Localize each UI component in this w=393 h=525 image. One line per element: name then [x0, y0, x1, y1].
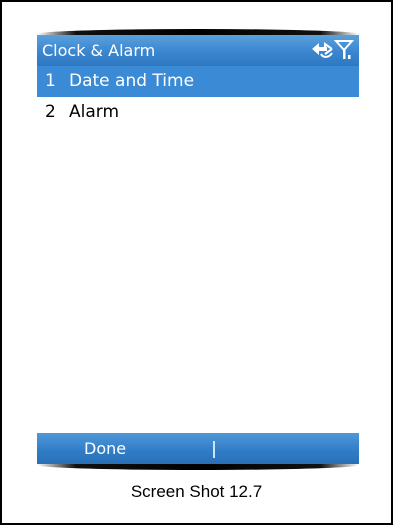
- menu-item-number: 2: [45, 102, 56, 122]
- soft-key-bar: Done: [37, 433, 359, 464]
- title-bar: Clock & Alarm: [37, 35, 359, 66]
- signal-antenna-icon: [333, 40, 355, 59]
- page-title: Clock & Alarm: [42, 41, 156, 60]
- phone-bezel-bottom: [37, 464, 359, 470]
- menu-item-number: 1: [45, 71, 56, 91]
- menu-item-date-and-time[interactable]: 1 Date and Time: [37, 66, 359, 97]
- status-icons: [309, 38, 355, 62]
- soft-key-divider: [213, 441, 215, 458]
- screenshot-page: Clock & Alarm 1 Date and Time 2 Alarm Do…: [0, 0, 393, 525]
- menu-item-label: Alarm: [69, 102, 120, 122]
- phone-screen: Clock & Alarm 1 Date and Time 2 Alarm Do…: [37, 35, 359, 464]
- menu-item-label: Date and Time: [69, 71, 195, 91]
- connection-arrows-icon: [312, 42, 333, 58]
- menu-item-alarm[interactable]: 2 Alarm: [37, 97, 359, 128]
- figure-caption: Screen Shot 12.7: [130, 482, 263, 501]
- menu-list: 1 Date and Time 2 Alarm: [37, 66, 359, 128]
- done-button[interactable]: Done: [84, 439, 126, 458]
